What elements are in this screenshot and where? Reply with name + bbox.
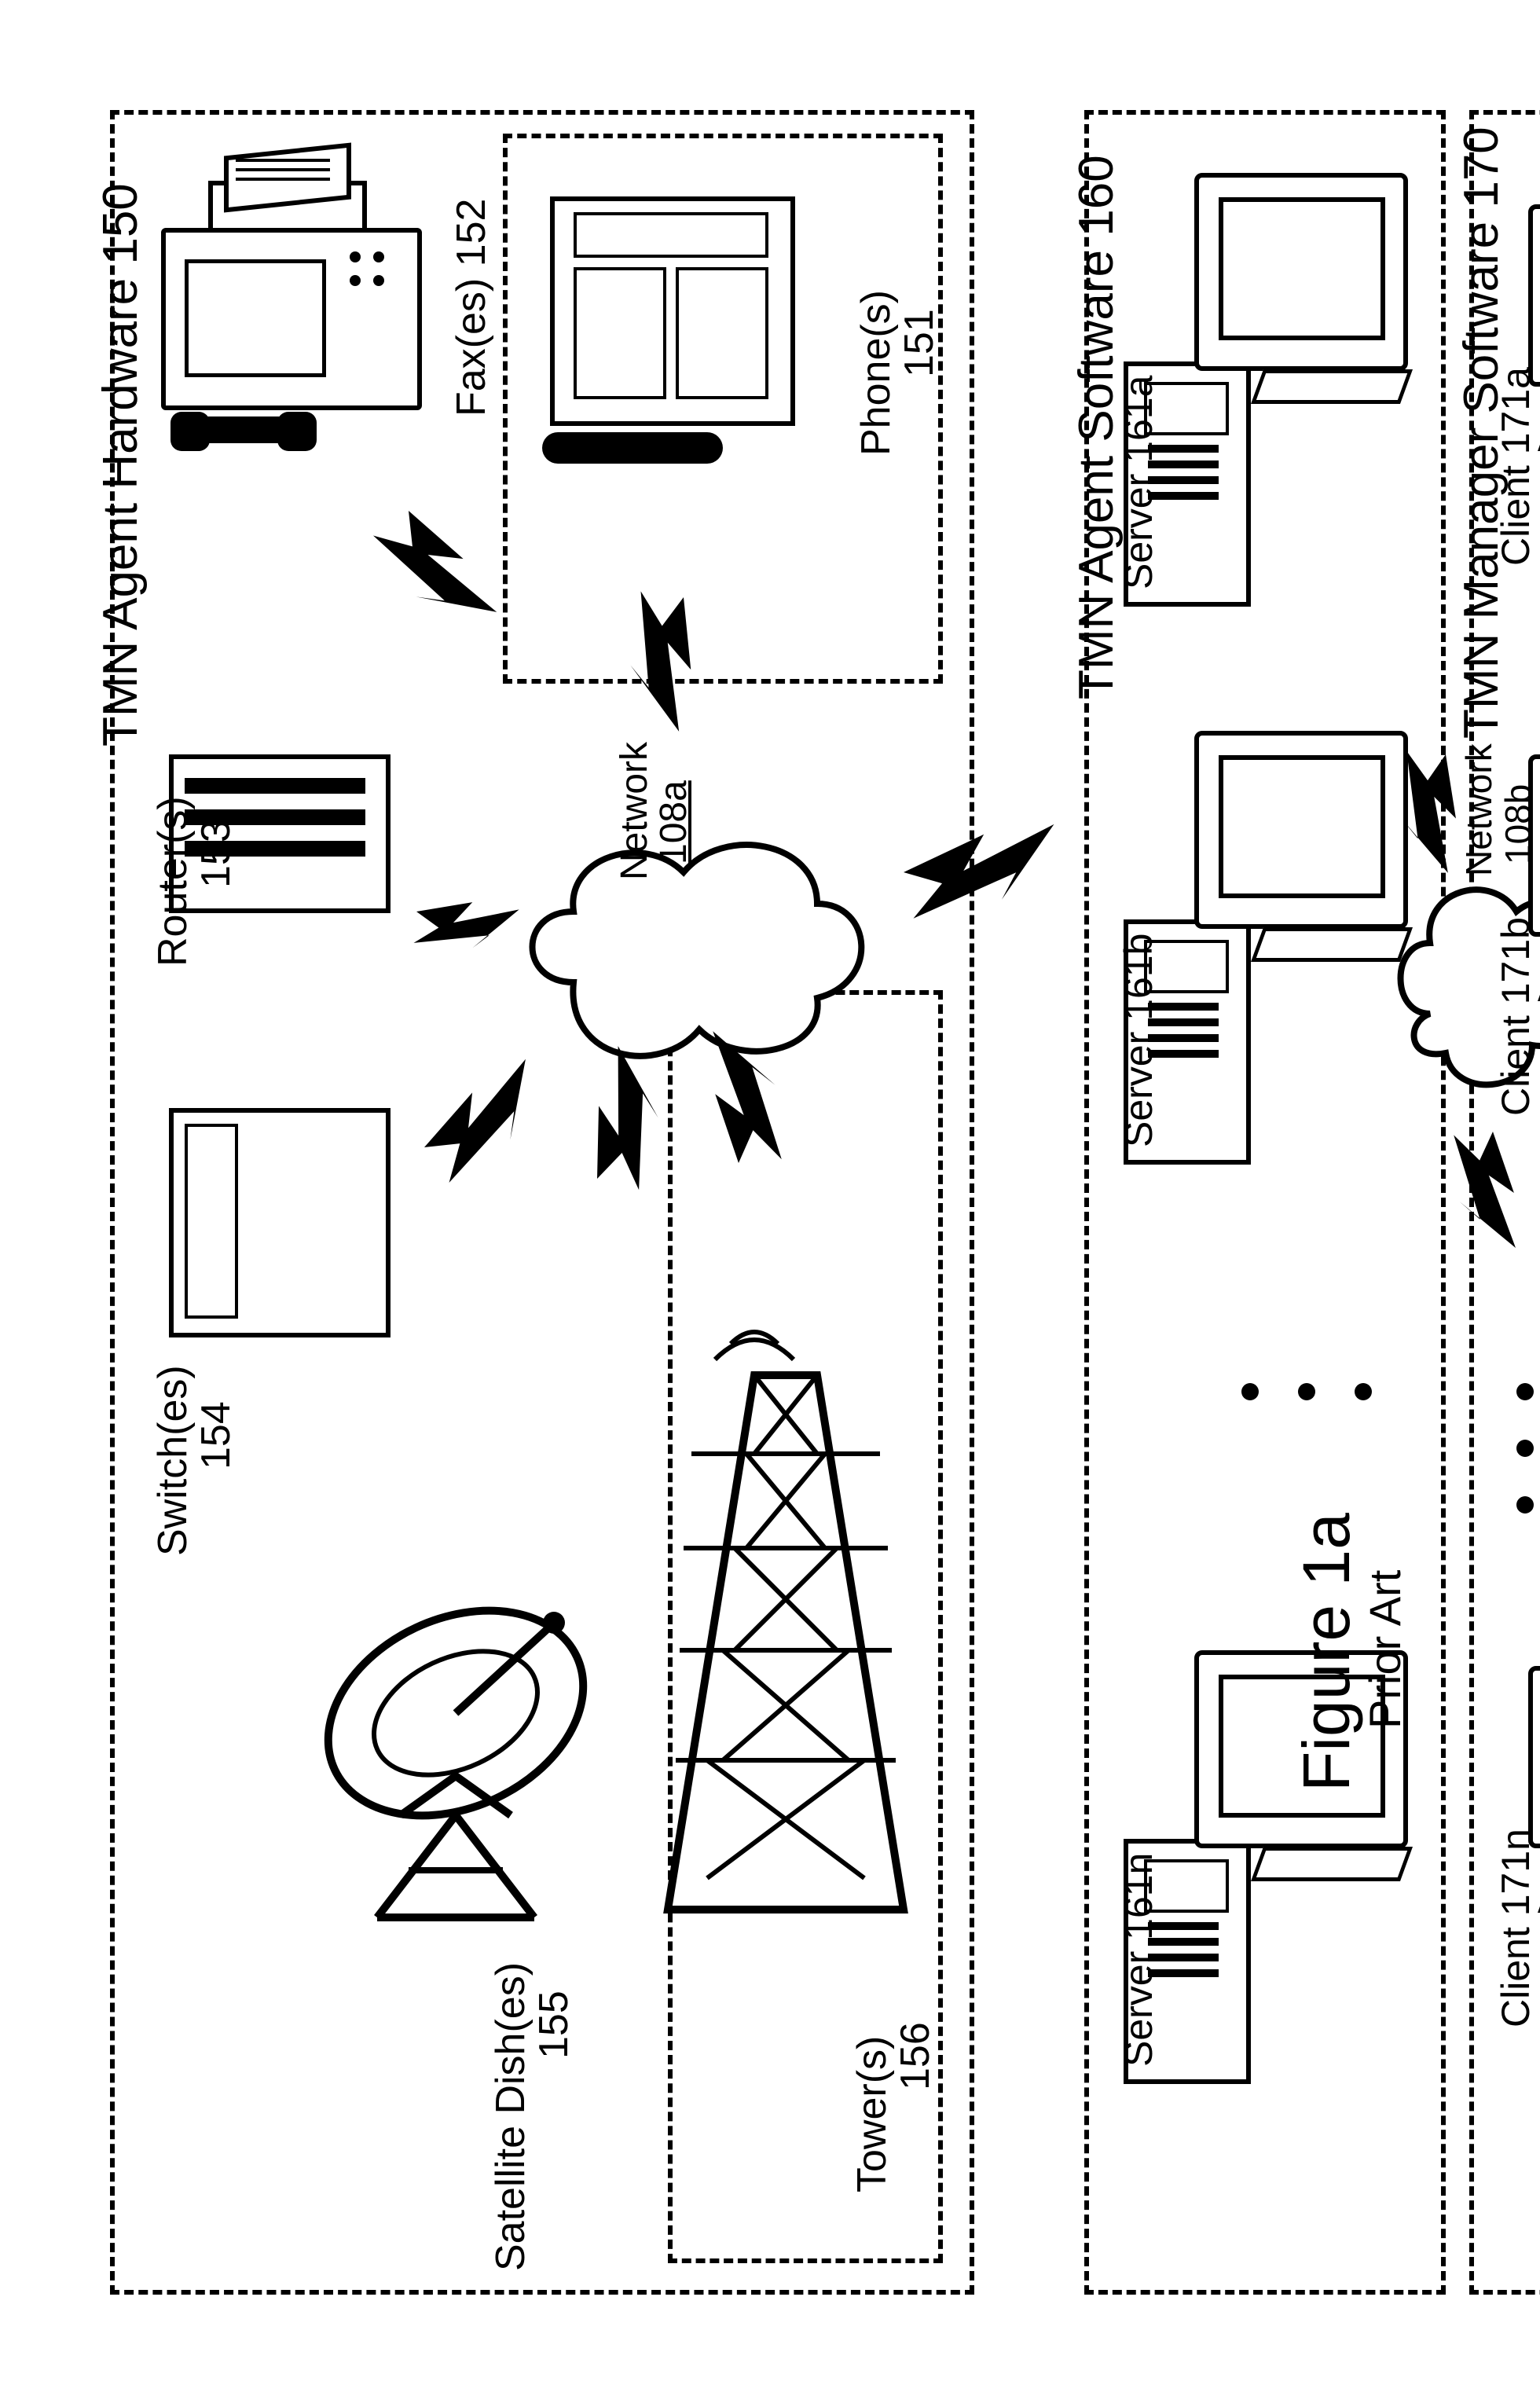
fax-icon xyxy=(161,181,428,448)
switch-icon xyxy=(169,1108,397,1344)
router-label-text: Router(s) xyxy=(150,796,196,967)
client-ellipsis xyxy=(1516,1383,1534,1514)
satdish-id: 155 xyxy=(530,1991,578,2059)
client-b-label: Client 171b xyxy=(1493,917,1538,1116)
switch-id: 154 xyxy=(192,1401,240,1470)
figure-title-text: Figure 1a xyxy=(1289,1513,1363,1792)
server-a xyxy=(1124,173,1406,519)
switch-label: Switch(es) xyxy=(149,1365,196,1556)
router-label: Router(s) xyxy=(149,796,196,967)
satellite-dish-icon xyxy=(275,1580,636,1941)
phone-icon xyxy=(550,196,801,464)
cell-tower-icon xyxy=(636,1312,935,1941)
tower-label: Tower(s) xyxy=(849,2036,896,2192)
figure-subtitle-text: Prior Art xyxy=(1360,1570,1410,1729)
phone-label: Phone(s) xyxy=(852,290,900,456)
switch-label-text: Switch(es) xyxy=(150,1365,196,1556)
server-b xyxy=(1124,731,1406,1077)
tower-label-text: Tower(s) xyxy=(849,2036,895,2192)
satdish-label-text: Satellite Dish(es) xyxy=(488,1962,534,2271)
server-ellipsis xyxy=(1241,1383,1372,1400)
fax-label: Fax(es) 152 xyxy=(448,199,495,416)
phone-id: 151 xyxy=(896,309,943,377)
phone-label-text: Phone(s) xyxy=(853,290,899,456)
tower-id: 156 xyxy=(892,2022,939,2090)
server-b-label: Server 161b xyxy=(1116,934,1161,1147)
server-a-label: Server 161a xyxy=(1116,376,1161,589)
satdish-label: Satellite Dish(es) xyxy=(487,1962,534,2271)
router-id: 153 xyxy=(192,820,240,888)
client-a-label: Client 171a xyxy=(1493,367,1538,566)
client-n-label: Client 171n xyxy=(1493,1829,1538,2027)
figure-subtitle: Prior Art xyxy=(1359,1570,1410,1729)
server-n-label: Server 161n xyxy=(1116,1853,1161,2067)
figure-title: Figure 1a xyxy=(1289,1513,1365,1792)
diagram-root: TMN Agent Hardware 150 TMN Agent Softwar… xyxy=(0,0,1540,2407)
